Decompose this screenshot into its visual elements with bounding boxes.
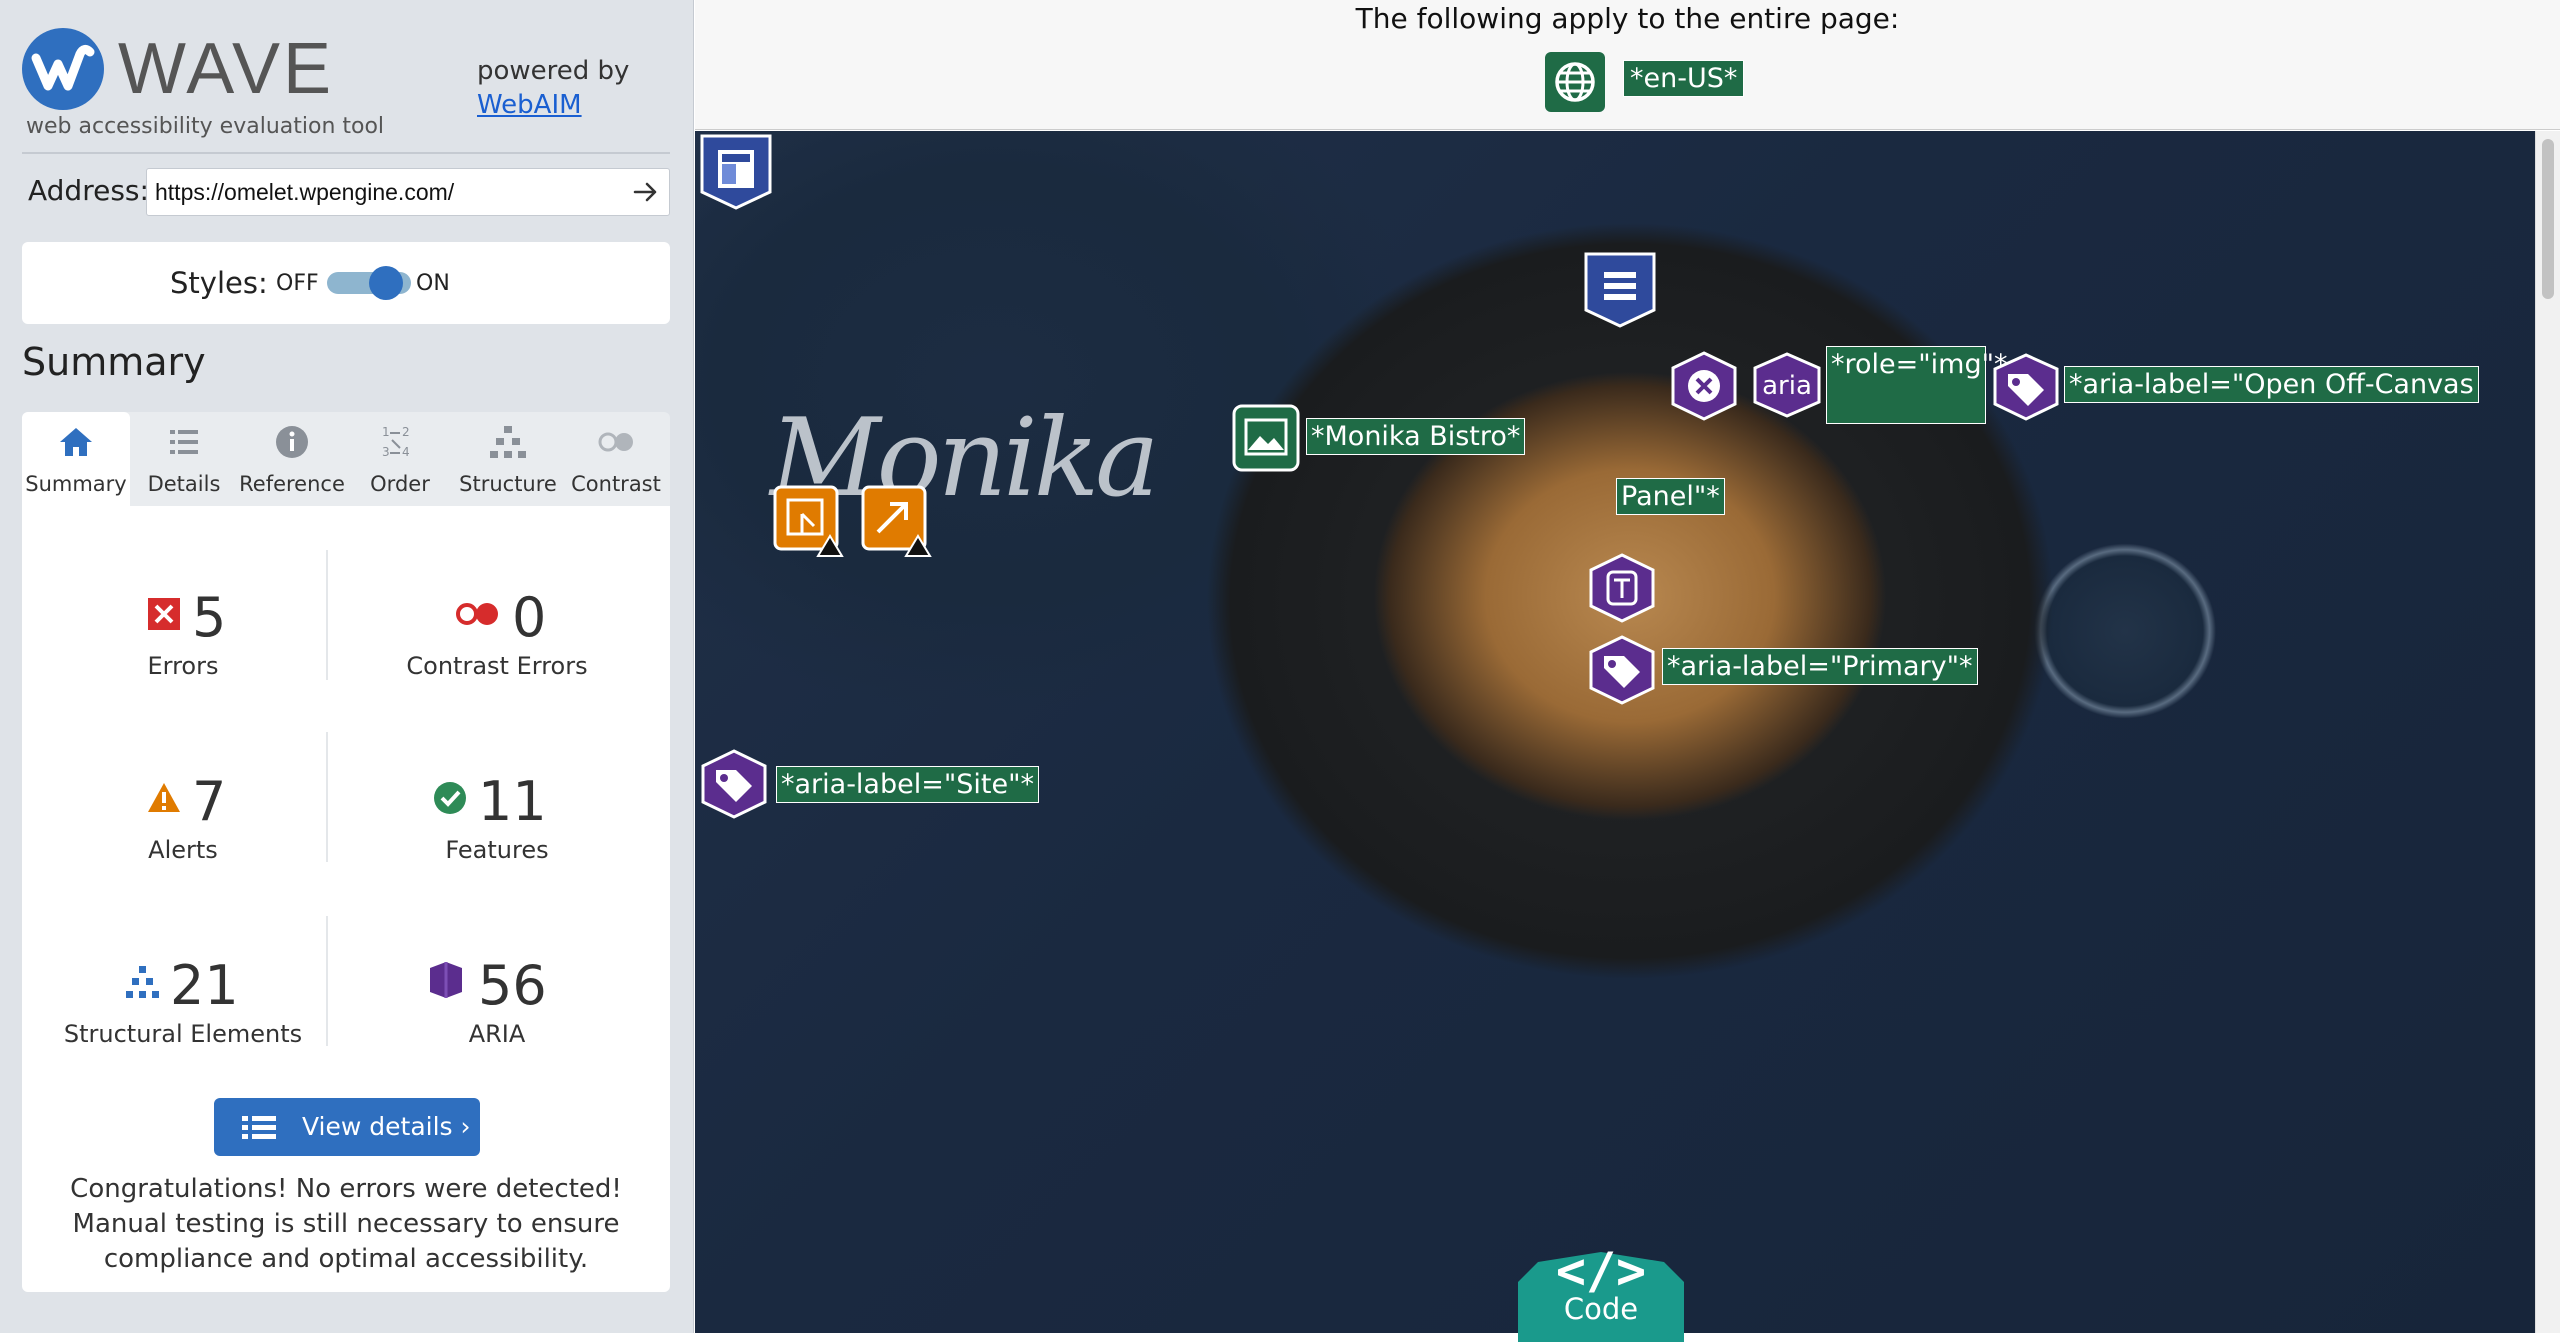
stat-contrast-errors[interactable]: 0 Contrast Errors [352,506,642,680]
stat-label: Alerts [148,836,218,864]
list-icon [242,1116,276,1139]
code-tab-label: Code [1563,1292,1639,1326]
feature-label: *aria-label="Primary"* [1662,648,1978,685]
powered-by: powered by WebAIM [477,54,629,122]
linked-image-icon[interactable] [1232,404,1300,472]
stat-number: 56 [478,954,547,1017]
aria-label-icon[interactable] [1990,352,2062,422]
header-region-icon[interactable] [698,132,774,212]
tab-label: Order [370,472,430,496]
webaim-link[interactable]: WebAIM [477,90,582,120]
address-label: Address: [28,174,149,207]
vertical-scrollbar[interactable] [2535,131,2560,1333]
wave-brand: WAVE web accessibility evaluation tool p… [22,24,672,148]
tab-summary[interactable]: Summary [22,412,130,506]
svg-text:1: 1 [382,425,390,439]
contrast-icon [598,432,633,452]
tab-label: Details [147,472,221,496]
styles-label: Styles: [170,266,268,300]
contrast-error-icon [456,603,498,625]
stat-aria[interactable]: 56 ARIA [352,874,642,1048]
structure-icon [126,966,159,998]
check-icon [434,782,466,814]
view-details-label: View details › [302,1112,471,1141]
feature-label: *Monika Bistro* [1306,418,1526,455]
alert-link-icon[interactable] [772,484,846,558]
tab-structure[interactable]: Structure [454,412,562,506]
feature-label: *aria-label="Site"* [776,766,1040,803]
stat-label: ARIA [468,1020,526,1048]
stat-label: Errors [147,652,219,680]
svg-text:2: 2 [402,425,410,439]
toggle-knob [369,266,403,300]
logo-subtitle: web accessibility evaluation tool [26,114,385,139]
svg-text:3: 3 [382,445,390,459]
aria-cube-icon [430,962,462,998]
styles-off-label: OFF [276,271,319,296]
info-icon [276,426,308,458]
scrollbar-thumb[interactable] [2542,139,2554,299]
home-icon [60,428,92,456]
error-icon [148,598,180,630]
address-value: https://omelet.wpengine.com/ [155,179,455,205]
page-level-text: The following apply to the entire page: [1355,2,1900,35]
tab-reference[interactable]: Reference [238,412,346,506]
feature-label: *role="img"* [1826,346,2008,424]
tab-label: Structure [459,472,557,496]
stat-features[interactable]: 11 Features [352,690,642,864]
congratulations-message: Congratulations! No errors were detected… [70,1174,622,1274]
tab-label: Contrast [571,472,661,496]
wave-logo-icon [22,28,104,110]
stat-number: 21 [170,954,239,1017]
tab-bar: Summary Details Reference 1234 Order Str… [22,412,670,506]
aria-label-icon[interactable] [1586,634,1658,706]
list-icon [170,430,198,454]
tab-label: Summary [25,472,127,496]
stat-label: Structural Elements [63,1020,303,1048]
aria-hidden-icon[interactable] [1668,350,1740,422]
alert-redirect-icon[interactable] [860,484,934,558]
tab-label: Reference [239,472,345,496]
navigation-region-icon[interactable] [1582,250,1658,330]
feature-label: Panel"* [1616,478,1725,515]
aria-label-icon[interactable] [698,748,770,820]
styles-card: Styles: OFF ON [22,242,670,324]
tab-details[interactable]: Details [130,412,238,506]
arrow-right-icon[interactable] [631,177,661,207]
structure-icon [490,426,526,458]
globe-icon[interactable] [1545,52,1605,112]
stat-alerts[interactable]: 7 Alerts [38,690,328,864]
tab-order[interactable]: 1234 Order [346,412,454,506]
stat-label: Features [445,836,549,864]
aria-tabindex-icon[interactable] [1586,552,1658,624]
divider [22,152,670,154]
stat-number: 11 [478,770,547,833]
stat-number: 5 [192,586,227,649]
language-label: *en-US* [1623,60,1745,97]
wave-sidebar: WAVE web accessibility evaluation tool p… [0,0,694,1333]
stat-label: Contrast Errors [406,652,588,680]
order-icon: 1 23 4 [382,425,410,459]
stat-number: 7 [192,770,227,833]
stat-structural[interactable]: 21 Structural Elements [38,874,328,1048]
tab-contrast[interactable]: Contrast [562,412,670,506]
alert-icon [148,783,180,812]
logo-text: WAVE [118,29,335,109]
address-input[interactable]: https://omelet.wpengine.com/ [146,168,670,216]
styles-on-label: ON [416,271,450,296]
styles-toggle[interactable] [327,266,411,300]
svg-text:4: 4 [402,445,410,459]
stat-number: 0 [512,586,547,649]
stat-errors[interactable]: 5 Errors [38,506,328,680]
aria-badge-text: aria [1762,371,1812,401]
summary-heading: Summary [22,340,206,384]
view-details-button[interactable]: View details › [214,1098,480,1156]
page-level-bar: The following apply to the entire page: … [695,0,2560,130]
powered-by-text: powered by [477,56,630,86]
address-row: Address: https://omelet.wpengine.com/ [22,168,670,218]
feature-label: *aria-label="Open Off-Canvas [2064,366,2479,403]
aria-badge[interactable]: aria [1752,352,1822,418]
